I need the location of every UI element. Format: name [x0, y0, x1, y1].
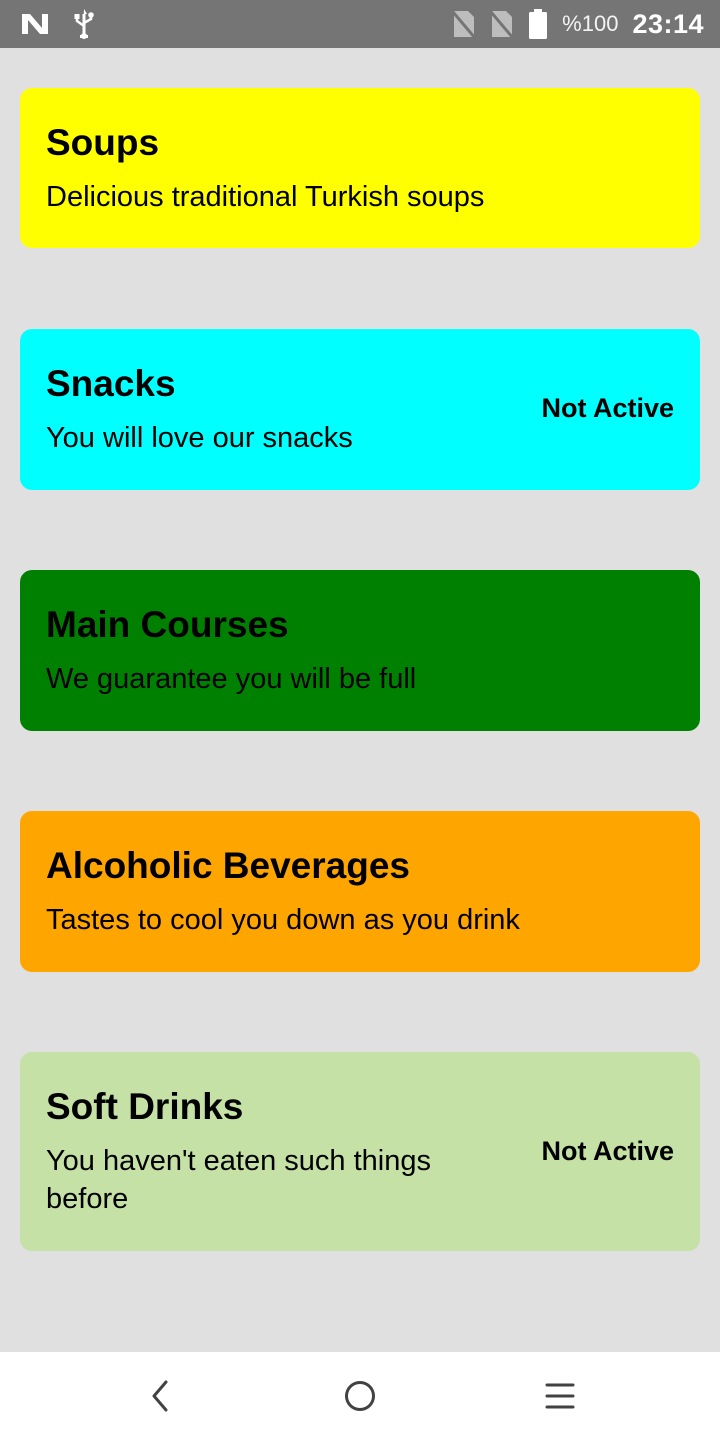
category-description: You haven't eaten such things before — [46, 1145, 431, 1215]
status-badge: Not Active — [541, 393, 674, 423]
status-badge: Not Active — [541, 1136, 674, 1166]
back-icon — [148, 1379, 172, 1413]
battery-icon — [528, 8, 548, 40]
category-title: Soft Drinks — [46, 1086, 244, 1127]
status-left-icons — [20, 8, 118, 40]
menu-icon — [544, 1381, 576, 1411]
category-description: Tastes to cool you down as you drink — [46, 904, 520, 936]
category-description: Delicious traditional Turkish soups — [46, 181, 485, 213]
navigation-bar — [0, 1352, 720, 1440]
category-title: Main Courses — [46, 604, 289, 645]
no-sim-icon — [452, 9, 477, 39]
clock: 23:14 — [632, 8, 704, 39]
usb-icon — [72, 8, 96, 40]
category-card-soups[interactable]: Soups Delicious traditional Turkish soup… — [20, 88, 700, 248]
category-card-snacks[interactable]: Snacks You will love our snacks Not Acti… — [20, 329, 700, 490]
menu-button[interactable] — [520, 1356, 600, 1436]
back-button[interactable] — [120, 1356, 200, 1436]
home-button[interactable] — [320, 1356, 400, 1436]
category-card-main-courses[interactable]: Main Courses We guarantee you will be fu… — [20, 570, 700, 731]
battery-percent: %100 — [562, 11, 619, 36]
home-icon — [343, 1379, 377, 1413]
category-title: Soups — [46, 122, 160, 163]
category-list: Soups Delicious traditional Turkish soup… — [0, 48, 720, 1352]
category-card-alcoholic-beverages[interactable]: Alcoholic Beverages Tastes to cool you d… — [20, 811, 700, 972]
category-card-soft-drinks[interactable]: Soft Drinks You haven't eaten such thing… — [20, 1052, 700, 1251]
status-right-icons: %100 23:14 — [438, 8, 704, 40]
category-description: We guarantee you will be full — [46, 663, 417, 695]
n-notification-icon — [20, 11, 50, 37]
category-description: You will love our snacks — [46, 422, 353, 454]
category-title: Alcoholic Beverages — [46, 845, 410, 886]
no-sim-icon — [490, 9, 515, 39]
status-bar: %100 23:14 — [0, 0, 720, 48]
